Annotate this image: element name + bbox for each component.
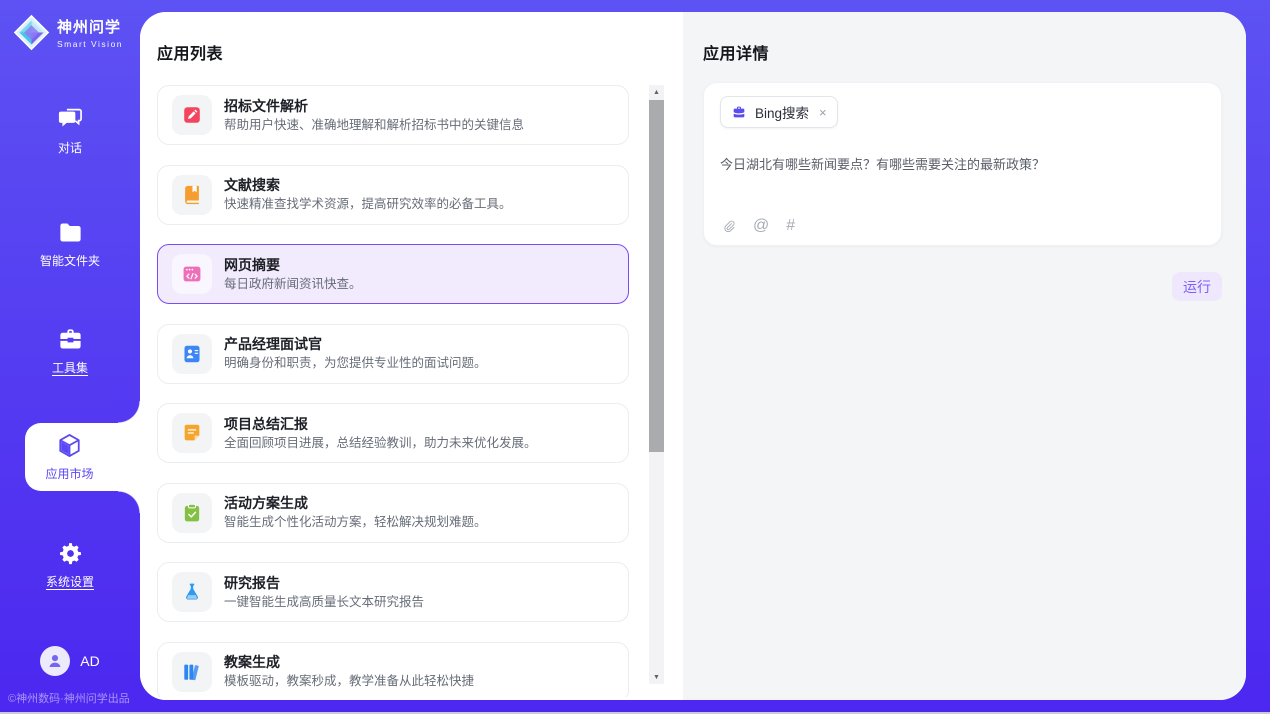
interview-icon — [172, 334, 212, 374]
app-window: 神州问学 Smart Vision 对话智能文件夹工具集应用市场系统设置 AD … — [0, 0, 1270, 714]
close-icon[interactable]: × — [819, 106, 827, 119]
app-card-desc: 明确身份和职责，为您提供专业性的面试问题。 — [224, 357, 487, 370]
sidebar: 神州问学 Smart Vision 对话智能文件夹工具集应用市场系统设置 AD … — [0, 0, 140, 714]
app-detail-panel: 应用详情 Bing搜索 × 今日湖北有哪些新闻要点？有哪些需要关注的最新政策？ … — [683, 12, 1246, 700]
app-card-title: 网页摘要 — [224, 258, 362, 272]
app-detail-title: 应用详情 — [703, 40, 769, 64]
app-card[interactable]: 活动方案生成智能生成个性化活动方案，轻松解决规划难题。 — [157, 483, 629, 543]
app-card[interactable]: 招标文件解析帮助用户快速、准确地理解和解析招标书中的关键信息 — [157, 85, 629, 145]
user-badge[interactable]: AD — [0, 646, 140, 676]
note-icon — [172, 413, 212, 453]
books-icon — [172, 652, 212, 692]
user-initials: AD — [80, 653, 99, 669]
app-card-title: 招标文件解析 — [224, 99, 524, 113]
brand-name: 神州问学 — [57, 16, 123, 37]
cube-icon — [56, 432, 83, 459]
scrollbar-thumb[interactable] — [649, 100, 664, 452]
app-list: 招标文件解析帮助用户快速、准确地理解和解析招标书中的关键信息文献搜索快速精准查找… — [157, 85, 629, 697]
query-text[interactable]: 今日湖北有哪些新闻要点？有哪些需要关注的最新政策？ — [720, 154, 1205, 173]
app-card-desc: 帮助用户快速、准确地理解和解析招标书中的关键信息 — [224, 119, 524, 132]
paperclip-icon[interactable] — [721, 219, 736, 234]
run-button[interactable]: 运行 — [1172, 272, 1222, 301]
scrollbar-down-button[interactable]: ▼ — [649, 670, 664, 684]
main-content: 应用列表 招标文件解析帮助用户快速、准确地理解和解析招标书中的关键信息文献搜索快… — [140, 12, 1246, 700]
app-card-desc: 全面回顾项目进展，总结经验教训，助力未来优化发展。 — [224, 437, 537, 450]
app-card-desc: 每日政府新闻资讯快查。 — [224, 278, 362, 291]
sidebar-item-folder[interactable]: 智能文件夹 — [0, 219, 140, 269]
composer-card[interactable]: Bing搜索 × 今日湖北有哪些新闻要点？有哪些需要关注的最新政策？ @# — [703, 82, 1222, 246]
tool-tag[interactable]: Bing搜索 × — [720, 96, 838, 128]
copyright: ©神州数码·神州问学出品 — [8, 690, 130, 706]
briefcase-icon — [731, 104, 747, 120]
sidebar-item-label: 智能文件夹 — [40, 252, 100, 269]
scrollbar[interactable]: ▲ ▼ — [649, 85, 664, 684]
scrollbar-up-button[interactable]: ▲ — [649, 85, 664, 99]
app-card-title: 研究报告 — [224, 576, 424, 590]
sidebar-item-label: 应用市场 — [45, 465, 93, 482]
avatar — [40, 646, 70, 676]
app-list-title: 应用列表 — [157, 40, 223, 64]
brand-subtitle: Smart Vision — [57, 39, 123, 49]
app-card-title: 产品经理面试官 — [224, 337, 487, 351]
at-icon[interactable]: @ — [753, 218, 769, 234]
app-card[interactable]: 教案生成模板驱动，教案秒成，教学准备从此轻松快捷 — [157, 642, 629, 698]
hash-icon[interactable]: # — [786, 218, 795, 234]
sidebar-item-settings[interactable]: 系统设置 — [0, 540, 140, 590]
browser-icon — [172, 254, 212, 294]
sidebar-item-label: 对话 — [58, 139, 82, 156]
app-card-title: 项目总结汇报 — [224, 417, 537, 431]
app-card[interactable]: 网页摘要每日政府新闻资讯快查。 — [157, 244, 629, 304]
app-card-title: 文献搜索 — [224, 178, 512, 192]
sidebar-item-market[interactable]: 应用市场 — [25, 423, 140, 491]
app-card-desc: 智能生成个性化活动方案，轻松解决规划难题。 — [224, 516, 487, 529]
gear-icon — [57, 540, 84, 567]
folder-icon — [57, 219, 84, 246]
book-icon — [172, 175, 212, 215]
tool-tag-label: Bing搜索 — [755, 102, 809, 122]
app-card-desc: 一键智能生成高质量长文本研究报告 — [224, 596, 424, 609]
sidebar-item-chat[interactable]: 对话 — [0, 106, 140, 156]
sidebar-item-toolbox[interactable]: 工具集 — [0, 326, 140, 376]
edit-doc-icon — [172, 95, 212, 135]
flask-icon — [172, 572, 212, 612]
composer-toolbar: @# — [721, 218, 795, 234]
sidebar-item-label: 工具集 — [52, 359, 88, 376]
app-card[interactable]: 产品经理面试官明确身份和职责，为您提供专业性的面试问题。 — [157, 324, 629, 384]
chat-icon — [57, 106, 84, 133]
brand-logo: 神州问学 Smart Vision — [13, 14, 123, 51]
brand-diamond-icon — [13, 14, 50, 51]
app-card-title: 教案生成 — [224, 655, 474, 669]
app-card[interactable]: 研究报告一键智能生成高质量长文本研究报告 — [157, 562, 629, 622]
app-card-desc: 模板驱动，教案秒成，教学准备从此轻松快捷 — [224, 675, 474, 688]
app-list-panel: 应用列表 招标文件解析帮助用户快速、准确地理解和解析招标书中的关键信息文献搜索快… — [140, 12, 683, 700]
toolbox-icon — [57, 326, 84, 353]
clipboard-check-icon — [172, 493, 212, 533]
sidebar-item-label: 系统设置 — [46, 573, 94, 590]
app-card[interactable]: 文献搜索快速精准查找学术资源，提高研究效率的必备工具。 — [157, 165, 629, 225]
app-card[interactable]: 项目总结汇报全面回顾项目进展，总结经验教训，助力未来优化发展。 — [157, 403, 629, 463]
app-card-title: 活动方案生成 — [224, 496, 487, 510]
app-card-desc: 快速精准查找学术资源，提高研究效率的必备工具。 — [224, 198, 512, 211]
